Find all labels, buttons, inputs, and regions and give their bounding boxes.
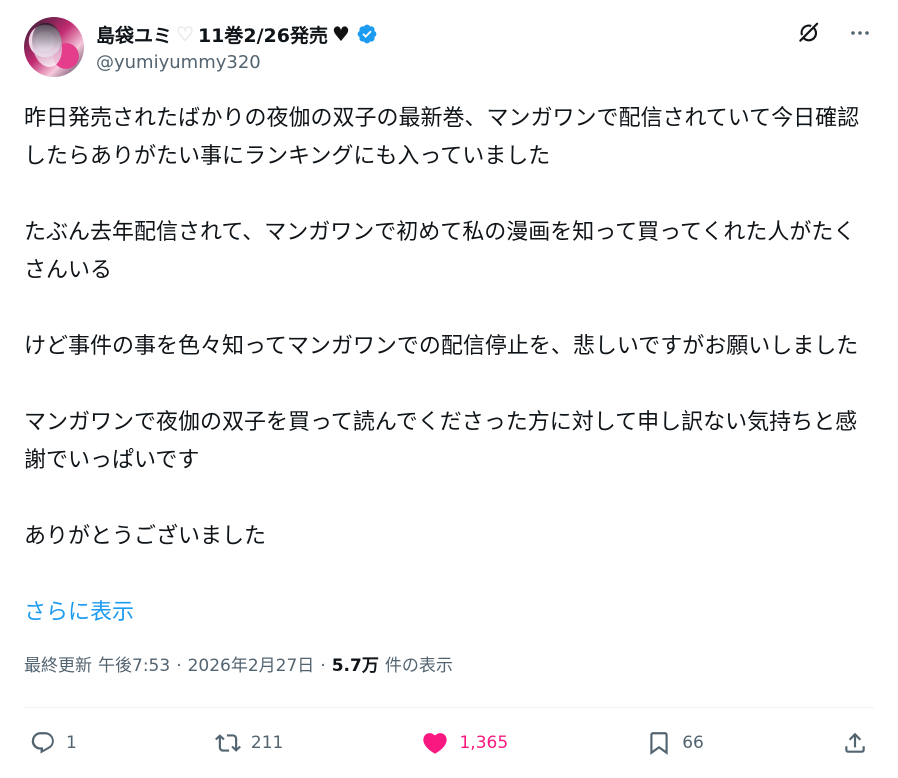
bookmark-icon <box>650 732 668 755</box>
post-paragraph: 昨日発売されたばかりの夜伽の双子の最新巻、マンガワンで配信されていて今日確認した… <box>24 106 860 169</box>
reply-button[interactable]: 1 <box>30 730 77 756</box>
post-paragraph: たぶん去年配信されて、マンガワンで初めて私の漫画を知って買ってくれた人がたくさん… <box>24 220 856 283</box>
black-heart-icon: ♥ <box>332 22 350 46</box>
author-name-row[interactable]: 島袋ユミ ♡ 11巻2/26発売 ♥ <box>96 20 378 48</box>
post-paragraph: マンガワンで夜伽の双子を買って読んでくださった方に対して申し訳ない気持ちと感謝で… <box>24 410 858 473</box>
author-name[interactable]: 島袋ユミ <box>96 21 172 48</box>
post-paragraph: ありがとうございました <box>24 524 267 549</box>
post-time[interactable]: 午後7:53 <box>98 651 170 676</box>
post-date[interactable]: 2026年2月27日 <box>188 651 315 676</box>
white-heart-icon: ♡ <box>176 22 194 46</box>
view-count: 5.7万 <box>331 656 379 676</box>
post-paragraph: けど事件の事を色々知ってマンガワンでの配信停止を、悲しいですがお願いしました <box>24 334 859 359</box>
repost-count: 211 <box>250 733 284 753</box>
more-options-icon[interactable] <box>848 21 872 45</box>
post-top-actions <box>796 20 872 46</box>
like-count: 1,365 <box>459 733 509 753</box>
reply-icon <box>31 732 54 754</box>
repost-icon <box>214 734 241 752</box>
show-more-link[interactable]: さらに表示 <box>24 594 134 626</box>
avatar[interactable] <box>24 17 84 77</box>
author-name-suffix[interactable]: 11巻2/26発売 <box>198 21 328 48</box>
divider <box>24 707 874 708</box>
verified-badge-icon[interactable] <box>356 23 378 45</box>
share-icon <box>845 732 865 753</box>
view-count-label: 件の表示 <box>384 656 453 676</box>
reply-count: 1 <box>66 733 77 753</box>
meta-separator: · <box>176 656 182 676</box>
heart-icon <box>423 733 448 754</box>
grok-icon[interactable] <box>796 20 822 46</box>
meta-separator: · <box>320 656 326 676</box>
post-meta: 最終更新 午後7:53 · 2026年2月27日 · 5.7万 件の表示 <box>24 651 453 676</box>
like-button[interactable]: 1,365 <box>421 729 508 757</box>
post-text: 昨日発売されたばかりの夜伽の双子の最新巻、マンガワンで配信されていて今日確認した… <box>24 100 874 556</box>
share-button[interactable] <box>842 730 868 756</box>
action-bar: 1 211 1,365 66 <box>30 725 868 761</box>
author-handle[interactable]: @yumiyummy320 <box>96 52 261 73</box>
bookmark-count: 66 <box>682 733 704 753</box>
repost-button[interactable]: 211 <box>214 730 284 756</box>
bookmark-button[interactable]: 66 <box>646 730 704 756</box>
updated-label[interactable]: 最終更新 <box>24 651 92 676</box>
